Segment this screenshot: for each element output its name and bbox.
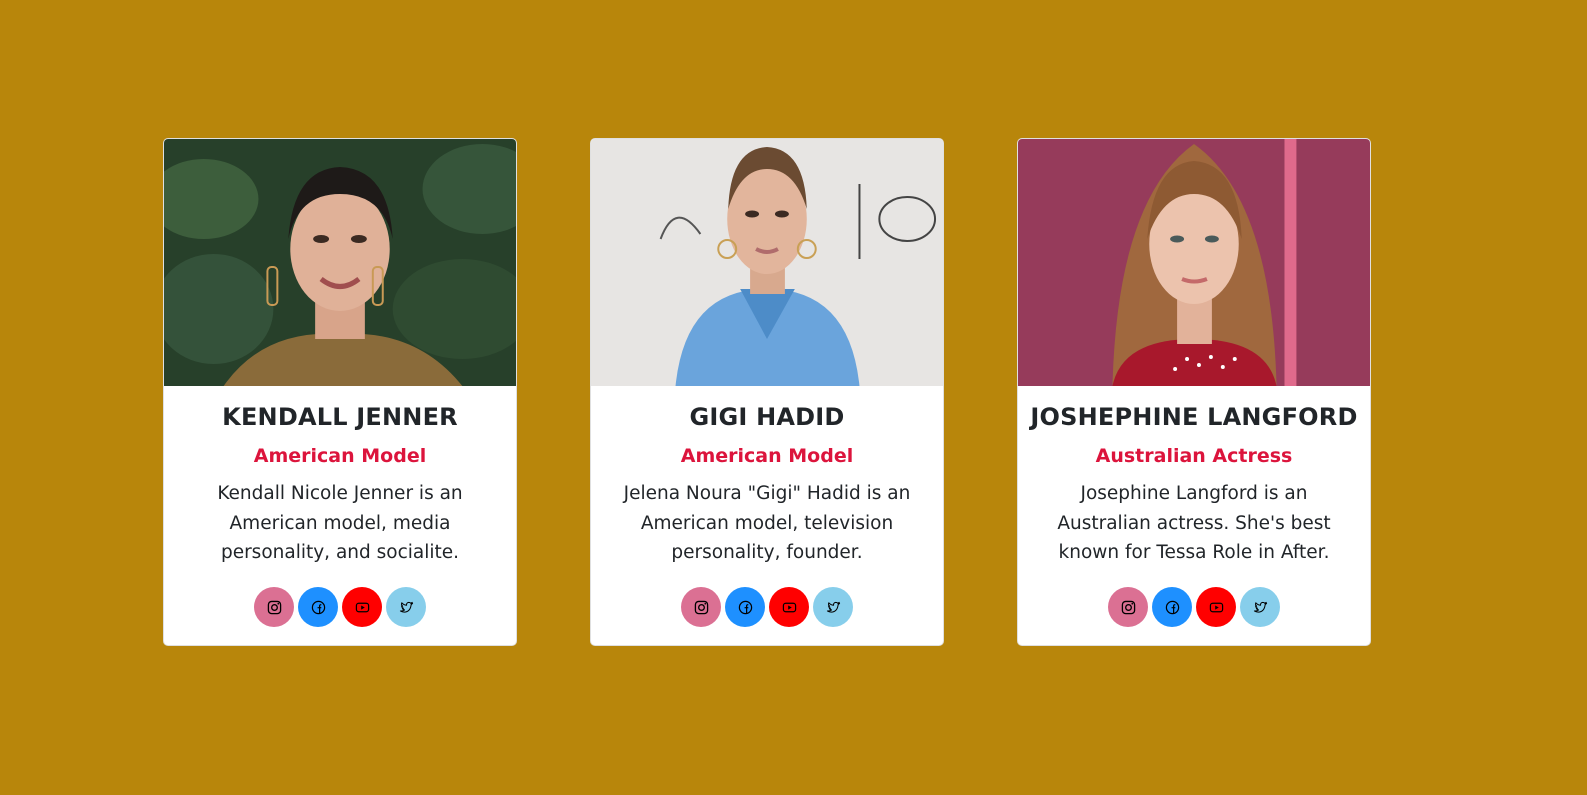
profile-bio: Kendall Nicole Jenner is an American mod… [217,483,463,563]
youtube-button[interactable] [342,587,382,627]
twitter-icon [399,601,413,613]
profile-photo [591,139,943,386]
twitter-button[interactable] [1240,587,1280,627]
twitter-button[interactable] [813,587,853,627]
youtube-icon [355,602,369,612]
profile-role: American Model [253,445,427,467]
profile-name: JOSHEPHINE LANGFORD [1030,403,1358,431]
instagram-icon [1121,600,1135,614]
youtube-icon [782,602,796,612]
facebook-icon [738,600,752,614]
social-links [1018,587,1370,627]
instagram-button[interactable] [1108,587,1148,627]
instagram-button[interactable] [254,587,294,627]
facebook-button[interactable] [725,587,765,627]
social-links [591,587,943,627]
instagram-icon [694,600,708,614]
profile-role: American Model [680,445,854,467]
profile-role: Australian Actress [1095,445,1293,467]
twitter-icon [1253,601,1267,613]
youtube-button[interactable] [1196,587,1236,627]
facebook-icon [1165,600,1179,614]
twitter-button[interactable] [386,587,426,627]
facebook-button[interactable] [1152,587,1192,627]
twitter-icon [826,601,840,613]
profile-photo [164,139,516,386]
youtube-button[interactable] [769,587,809,627]
profile-card-josephine-langford: JOSHEPHINE LANGFORD Australian Actress J… [1017,138,1371,646]
profile-bio: Jelena Noura "Gigi" Hadid is an American… [623,483,911,563]
youtube-icon [1209,602,1223,612]
profile-name: KENDALL JENNER [222,403,458,431]
profile-photo [1018,139,1370,386]
facebook-icon [311,600,325,614]
profile-name: GIGI HADID [689,403,845,431]
instagram-button[interactable] [681,587,721,627]
profile-card-kendall-jenner: KENDALL JENNER American Model Kendall Ni… [163,138,517,646]
instagram-icon [267,600,281,614]
profile-card-gigi-hadid: GIGI HADID American Model Jelena Noura "… [590,138,944,646]
social-links [164,587,516,627]
profile-bio: Josephine Langford is an Australian actr… [1057,483,1331,563]
facebook-button[interactable] [298,587,338,627]
